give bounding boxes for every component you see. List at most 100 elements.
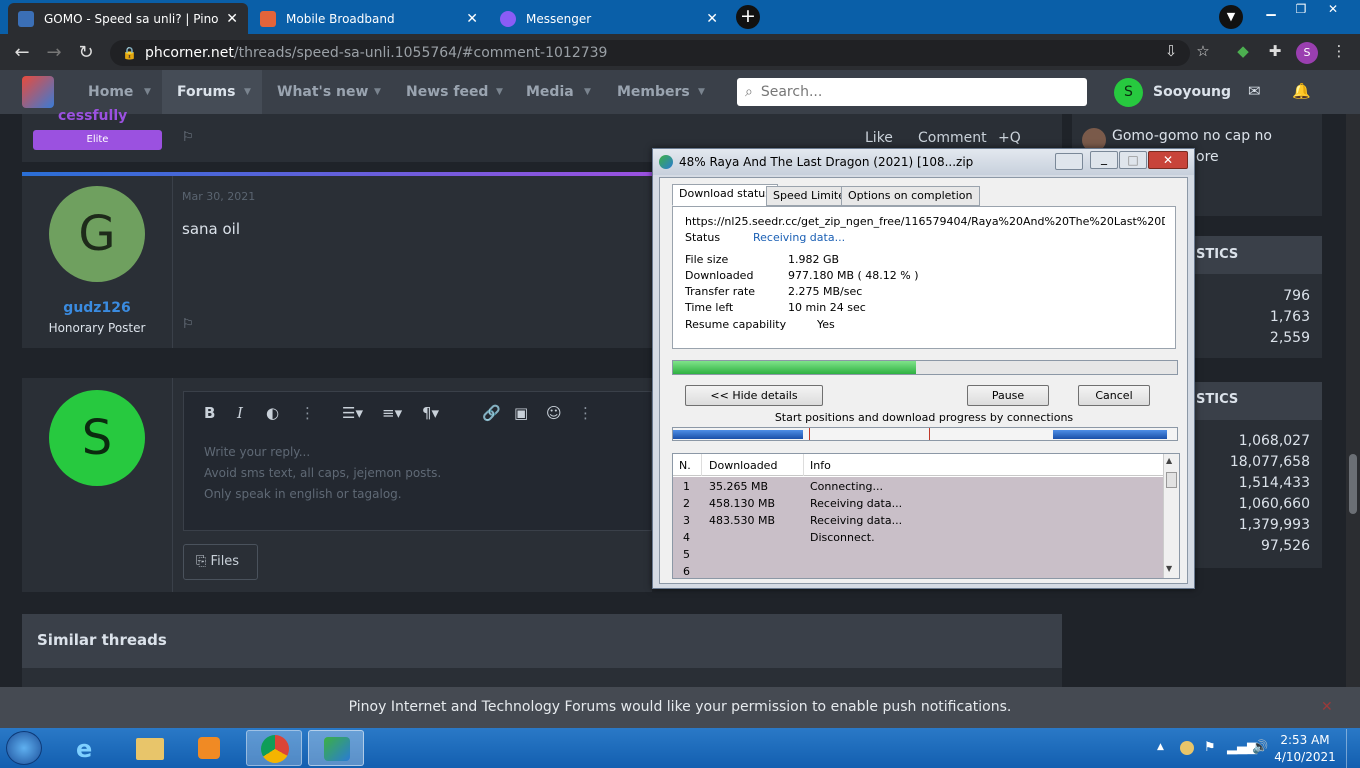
list-scrollbar[interactable]: ▲ ▼ bbox=[1163, 454, 1179, 578]
latest-thread-link-tail[interactable]: ore bbox=[1196, 149, 1219, 165]
paragraph-icon[interactable]: ¶▾ bbox=[422, 404, 439, 422]
extensions-icon[interactable]: ✚ bbox=[1264, 42, 1286, 64]
chevron-down-icon[interactable]: ▼ bbox=[244, 70, 251, 114]
scroll-up-icon[interactable]: ▲ bbox=[1166, 456, 1172, 465]
close-icon[interactable]: ✕ bbox=[466, 11, 478, 27]
taskbar-idm[interactable] bbox=[308, 730, 364, 766]
close-icon[interactable]: ✕ bbox=[706, 11, 718, 27]
inbox-icon[interactable]: ✉ bbox=[1248, 82, 1261, 100]
hide-details-button[interactable]: << Hide details bbox=[685, 385, 823, 406]
profile-avatar[interactable]: S bbox=[1296, 42, 1318, 64]
column-header[interactable]: Downloaded bbox=[709, 459, 777, 472]
post-username[interactable]: gudz126 bbox=[22, 300, 172, 316]
idm-extension-icon[interactable]: ◆ bbox=[1232, 42, 1254, 64]
clock-time[interactable]: 2:53 AM bbox=[1272, 733, 1338, 747]
chevron-down-icon[interactable]: ▼ bbox=[144, 70, 151, 114]
scrollbar-thumb[interactable] bbox=[1349, 454, 1357, 514]
nav-forums[interactable]: Forums bbox=[177, 70, 235, 114]
show-desktop-button[interactable] bbox=[1346, 729, 1360, 768]
link-icon[interactable]: 🔗 bbox=[482, 404, 501, 422]
comment-button[interactable]: Comment bbox=[918, 130, 987, 146]
table-row[interactable]: 5 bbox=[673, 548, 1163, 564]
cancel-button[interactable]: Cancel bbox=[1078, 385, 1150, 406]
column-header[interactable]: N. bbox=[679, 459, 691, 472]
column-header[interactable]: Info bbox=[810, 459, 831, 472]
search-input[interactable]: ⌕ Search... bbox=[737, 78, 1087, 106]
clock-date[interactable]: 4/10/2021 bbox=[1272, 750, 1338, 764]
table-row[interactable]: 4 Disconnect. bbox=[673, 531, 1163, 547]
flag-icon[interactable]: ⚐ bbox=[182, 130, 194, 145]
tab-gomo[interactable]: GOMO - Speed sa unli? | Pinoy In ✕ bbox=[8, 3, 248, 34]
flag-icon[interactable]: ⚐ bbox=[182, 317, 194, 332]
more-options-icon[interactable]: ⋮ bbox=[300, 404, 315, 422]
tab-download-status[interactable]: Download status bbox=[672, 184, 778, 206]
more-options-icon[interactable]: ⋮ bbox=[578, 404, 593, 422]
nav-whats-new[interactable]: What's new bbox=[277, 70, 368, 114]
prev-post-username[interactable]: cessfully bbox=[58, 108, 127, 124]
table-row[interactable]: 6 bbox=[673, 565, 1163, 578]
back-icon[interactable]: ← bbox=[6, 42, 38, 63]
tray-icon[interactable] bbox=[1055, 153, 1083, 170]
italic-icon[interactable]: I bbox=[237, 404, 243, 422]
close-icon[interactable]: ✕ bbox=[1148, 151, 1188, 169]
chevron-down-icon[interactable]: ▼ bbox=[374, 70, 381, 114]
like-button[interactable]: Like bbox=[865, 130, 893, 146]
chevron-down-icon[interactable]: ▼ bbox=[496, 70, 503, 114]
user-avatar[interactable]: S bbox=[1114, 78, 1143, 107]
palette-icon[interactable]: ◐ bbox=[266, 404, 279, 422]
dialog-titlebar[interactable]: 48% Raya And The Last Dragon (2021) [108… bbox=[653, 149, 1194, 175]
nav-media[interactable]: Media bbox=[526, 70, 574, 114]
close-icon[interactable]: ✕ bbox=[1321, 687, 1333, 728]
align-icon[interactable]: ≡▾ bbox=[382, 404, 402, 422]
nav-news-feed[interactable]: News feed bbox=[406, 70, 488, 114]
table-row[interactable]: 1 35.265 MB Connecting... bbox=[673, 480, 1163, 496]
close-icon[interactable]: ✕ bbox=[226, 11, 238, 27]
chevron-down-icon[interactable]: ▼ bbox=[584, 70, 591, 114]
latest-thread-link[interactable]: Gomo-gomo no cap no bbox=[1112, 128, 1272, 144]
volume-icon[interactable]: 🔊 bbox=[1252, 740, 1268, 755]
bold-icon[interactable]: B bbox=[204, 404, 215, 422]
page-scrollbar[interactable] bbox=[1346, 114, 1360, 688]
menu-kebab-icon[interactable]: ⋮ bbox=[1328, 42, 1350, 64]
scroll-down-icon[interactable]: ▼ bbox=[1166, 564, 1172, 573]
taskbar-chrome[interactable] bbox=[246, 730, 302, 766]
action-center-icon[interactable]: ⚑ bbox=[1204, 740, 1216, 755]
taskbar-media-player[interactable] bbox=[182, 730, 238, 766]
bookmark-star-icon[interactable]: ☆ bbox=[1192, 42, 1214, 64]
tray-app-icon[interactable] bbox=[1180, 741, 1194, 755]
site-logo[interactable] bbox=[22, 76, 54, 108]
window-close-icon[interactable]: ✕ bbox=[1318, 0, 1348, 20]
avatar[interactable]: G bbox=[49, 186, 145, 282]
tab-options-on-completion[interactable]: Options on completion bbox=[841, 186, 980, 206]
restore-icon[interactable]: ❐ bbox=[1286, 0, 1316, 20]
minimize-icon[interactable]: _ bbox=[1090, 151, 1118, 169]
reload-icon[interactable]: ↻ bbox=[70, 42, 102, 63]
tab-messenger[interactable]: Messenger ✕ bbox=[490, 3, 728, 34]
list-icon[interactable]: ☰▾ bbox=[342, 404, 363, 422]
username-link[interactable]: Sooyoung bbox=[1153, 70, 1231, 114]
quote-button[interactable]: +Q bbox=[998, 130, 1021, 146]
post-date[interactable]: Mar 30, 2021 bbox=[182, 190, 255, 203]
show-hidden-icons-icon[interactable]: ▲ bbox=[1157, 742, 1164, 752]
new-tab-button[interactable]: + bbox=[736, 5, 760, 29]
bell-icon[interactable]: 🔔 bbox=[1292, 82, 1311, 100]
minimize-icon[interactable]: ▁ bbox=[1256, 0, 1286, 20]
address-bar[interactable]: 🔒 phcorner.net /threads/speed-sa-unli.10… bbox=[110, 40, 1190, 66]
forward-icon[interactable]: → bbox=[38, 42, 70, 63]
scrollbar-thumb[interactable] bbox=[1166, 472, 1177, 488]
tab-mobile-broadband[interactable]: Mobile Broadband ✕ bbox=[250, 3, 488, 34]
pause-button[interactable]: Pause bbox=[967, 385, 1049, 406]
smiley-icon[interactable]: ☺ bbox=[546, 404, 562, 422]
table-row[interactable]: 3 483.530 MB Receiving data... bbox=[673, 514, 1163, 530]
taskbar-ie[interactable]: e bbox=[62, 730, 118, 766]
image-icon[interactable]: ▣ bbox=[514, 404, 528, 422]
install-icon[interactable]: ⇩ bbox=[1160, 42, 1182, 64]
nav-members[interactable]: Members bbox=[617, 70, 690, 114]
chevron-down-icon[interactable]: ▼ bbox=[698, 70, 705, 114]
start-button[interactable] bbox=[6, 731, 42, 765]
maximize-icon[interactable]: □ bbox=[1119, 151, 1147, 169]
tab-search-icon[interactable]: ▼ bbox=[1219, 5, 1243, 29]
attach-files-button[interactable]: ⎘ Files bbox=[183, 544, 258, 580]
table-row[interactable]: 2 458.130 MB Receiving data... bbox=[673, 497, 1163, 513]
taskbar-explorer[interactable] bbox=[122, 730, 178, 766]
